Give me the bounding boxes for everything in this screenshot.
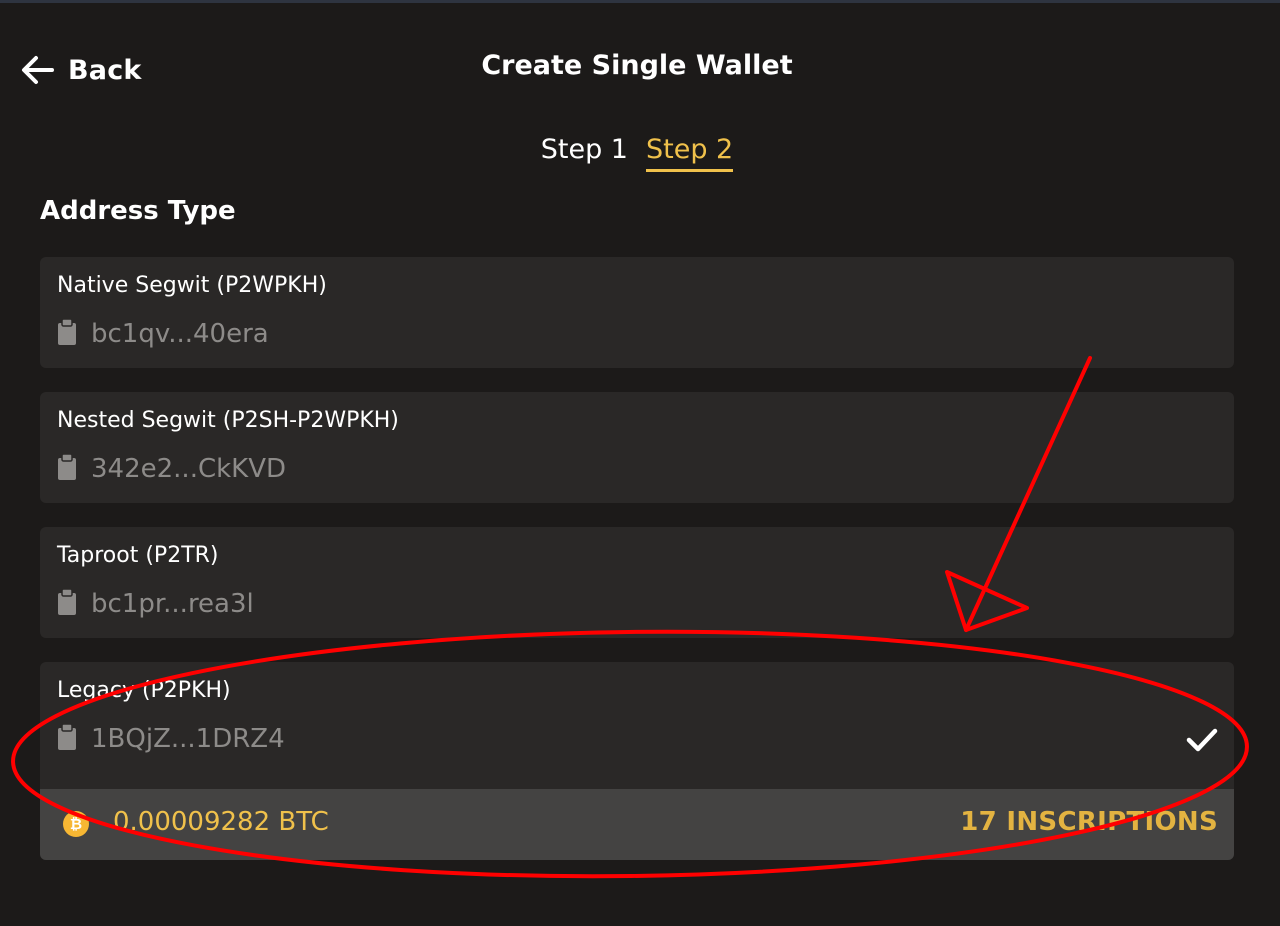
address-row: bc1pr...rea3l (57, 587, 254, 621)
address-row: 1BQjZ...1DRZ4 (57, 722, 285, 756)
tab-step-2[interactable]: Step 2 (646, 134, 734, 172)
header: Back Create Single Wallet (0, 0, 1280, 120)
checkmark-icon (1186, 728, 1218, 756)
address-text: bc1pr...rea3l (91, 589, 254, 619)
address-option-taproot[interactable]: Taproot (P2TR) bc1pr...rea3l (40, 527, 1234, 638)
address-text: 342e2...CkKVD (91, 454, 287, 484)
address-option-native-segwit[interactable]: Native Segwit (P2WPKH) bc1qv...40era (40, 257, 1234, 368)
page-title: Create Single Wallet (481, 50, 793, 81)
address-type-name: Nested Segwit (P2SH-P2WPKH) (57, 408, 399, 433)
bitcoin-icon: ₿ (63, 811, 89, 837)
address-option-legacy[interactable]: Legacy (P2PKH) 1BQjZ...1DRZ4 ₿ 0.0000928… (40, 662, 1234, 860)
address-row: bc1qv...40era (57, 317, 269, 351)
tab-step-1[interactable]: Step 1 (541, 134, 628, 172)
address-option-nested-segwit[interactable]: Nested Segwit (P2SH-P2WPKH) 342e2...CkKV… (40, 392, 1234, 503)
inscriptions-count: 17 INSCRIPTIONS (960, 807, 1218, 837)
balance-bar: ₿ 0.00009282 BTC 17 INSCRIPTIONS (40, 789, 1234, 860)
clipboard-icon[interactable] (57, 318, 77, 350)
clipboard-icon[interactable] (57, 453, 77, 485)
address-text: 1BQjZ...1DRZ4 (91, 724, 285, 754)
address-type-name: Taproot (P2TR) (57, 543, 219, 568)
clipboard-icon[interactable] (57, 588, 77, 620)
clipboard-icon[interactable] (57, 723, 77, 755)
section-title: Address Type (40, 196, 236, 226)
address-type-name: Legacy (P2PKH) (57, 678, 231, 703)
step-tabs: Step 1 Step 2 (0, 134, 1274, 172)
address-row: 342e2...CkKVD (57, 452, 286, 486)
btc-balance: 0.00009282 BTC (113, 807, 329, 837)
address-text: bc1qv...40era (91, 319, 269, 349)
address-type-name: Native Segwit (P2WPKH) (57, 273, 327, 298)
